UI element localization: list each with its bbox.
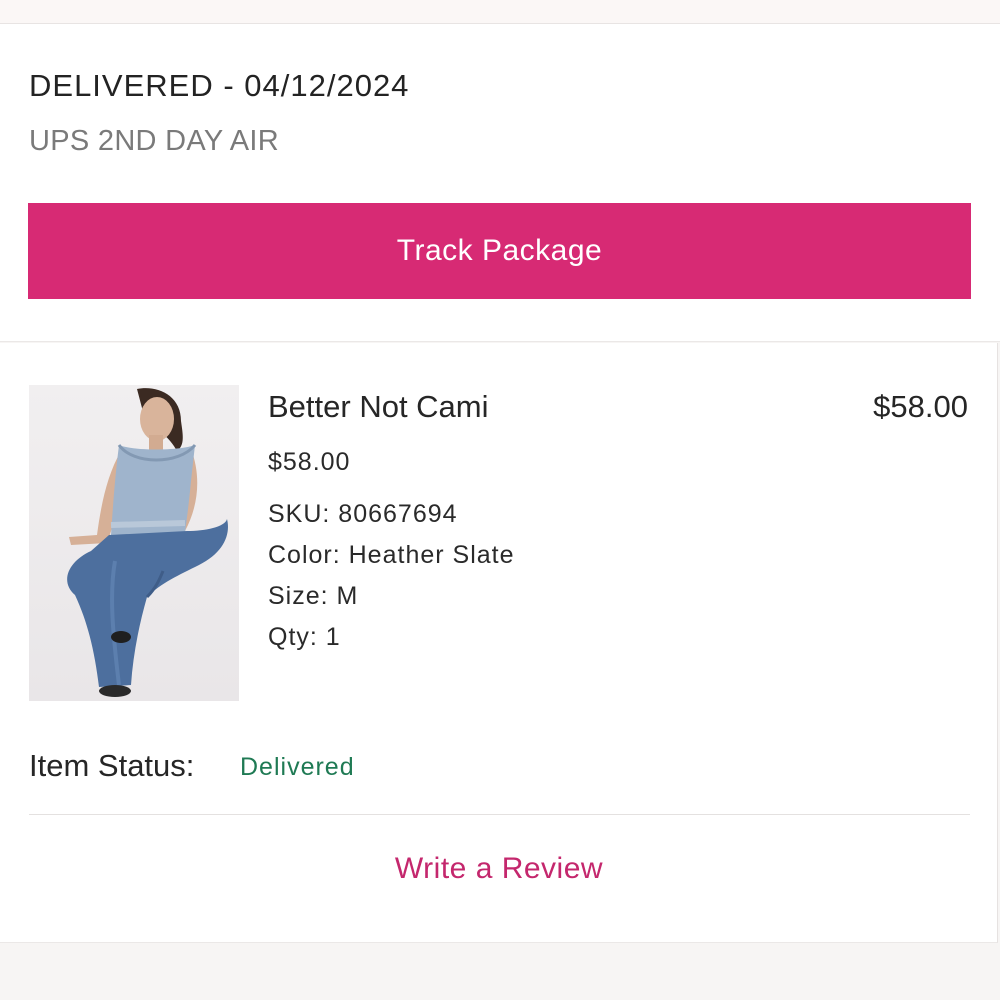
item-status-value: Delivered (240, 753, 355, 781)
line-total-price: $58.00 (873, 389, 968, 424)
item-status-label: Item Status: (29, 748, 195, 783)
unit-price: $58.00 (268, 448, 351, 476)
divider (29, 814, 970, 815)
model-photo-illustration (67, 388, 228, 697)
top-strip (0, 0, 1000, 24)
order-item-card: Better Not Cami $58.00 $58.00 SKU: 80667… (0, 343, 998, 943)
shipping-method: UPS 2ND DAY AIR (29, 125, 280, 157)
write-review-link[interactable]: Write a Review (0, 852, 998, 886)
product-color: Color: Heather Slate (268, 541, 515, 569)
shipment-status: DELIVERED - 04/12/2024 (29, 68, 410, 103)
product-size: Size: M (268, 582, 359, 610)
product-quantity: Qty: 1 (268, 623, 341, 651)
shipment-card: DELIVERED - 04/12/2024 UPS 2ND DAY AIR T… (0, 24, 1000, 342)
product-sku: SKU: 80667694 (268, 500, 458, 528)
product-name[interactable]: Better Not Cami (268, 389, 489, 425)
track-package-button[interactable]: Track Package (28, 203, 971, 299)
product-image[interactable] (29, 385, 239, 701)
